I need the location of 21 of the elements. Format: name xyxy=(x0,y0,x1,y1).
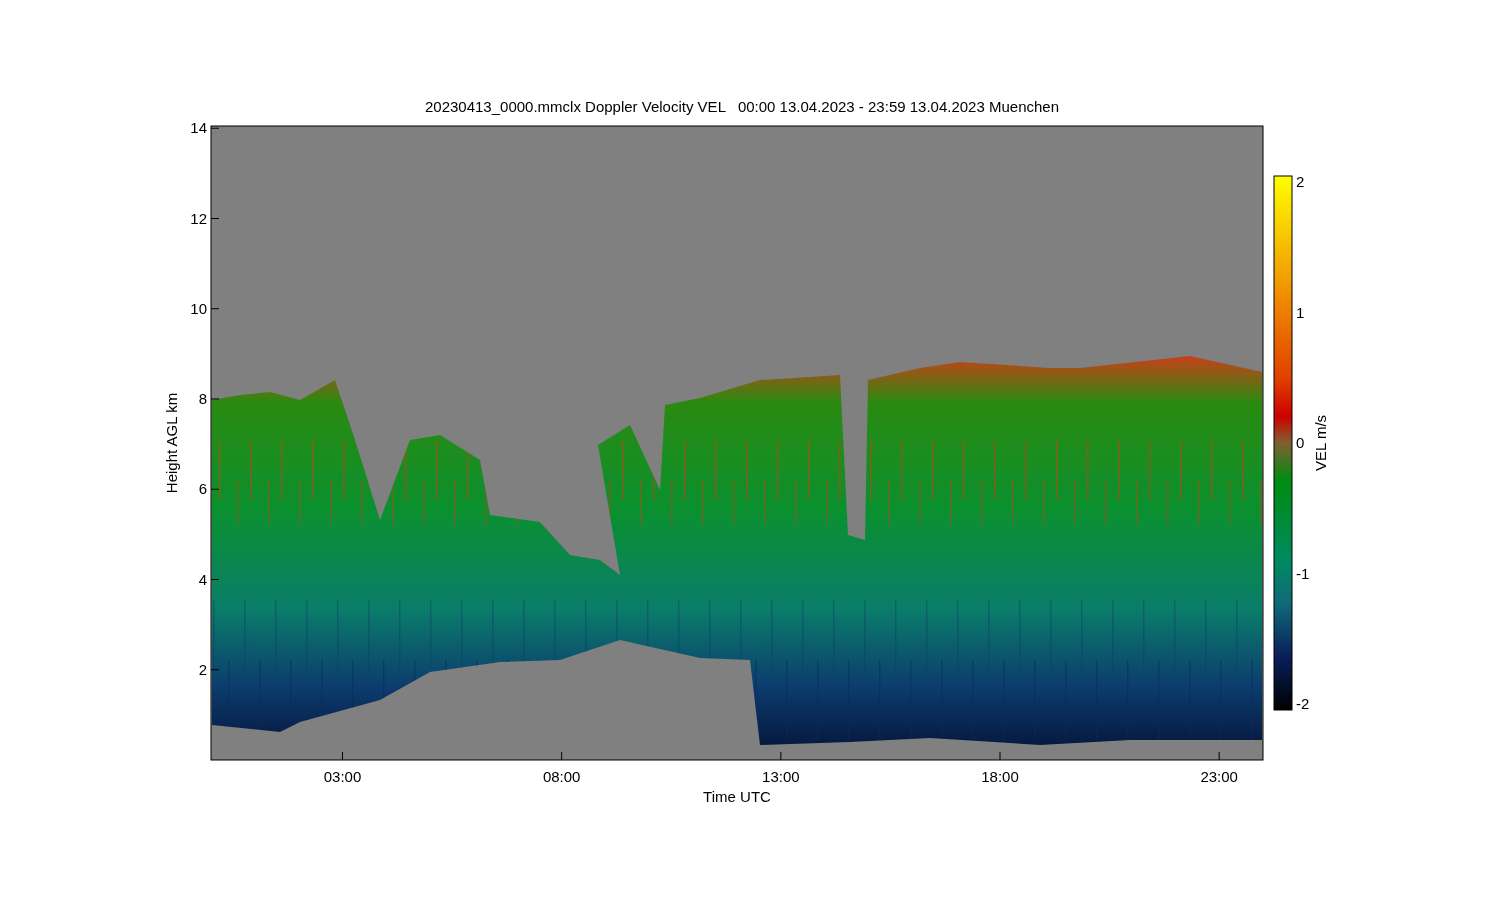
y-tick-label: 2 xyxy=(198,660,207,678)
x-tick-label: 03:00 xyxy=(323,768,362,785)
colorbar-tick-label: 1 xyxy=(1296,303,1305,321)
y-tick-label: 4 xyxy=(198,570,207,588)
colorbar-tick-label: 2 xyxy=(1296,173,1305,190)
colorbar-tick-label: -1 xyxy=(1296,564,1310,582)
y-axis-title: Height AGL km xyxy=(163,392,180,494)
x-tick-label: 13:00 xyxy=(762,768,800,785)
y-tick-label: 8 xyxy=(198,390,207,407)
colorbar-tick-label: -2 xyxy=(1296,695,1310,712)
x-tick-label: 08:00 xyxy=(542,768,581,785)
colorbar-title: VEL m/s xyxy=(1312,414,1329,472)
y-tick-label: 10 xyxy=(190,299,207,317)
x-axis-title: Time UTC xyxy=(703,788,771,805)
y-tick-label: 14 xyxy=(190,119,207,137)
x-tick-label: 23:00 xyxy=(1200,768,1238,785)
y-tick-label: 12 xyxy=(190,209,207,227)
x-tick-label: 18:00 xyxy=(981,768,1019,785)
colorbar-tick-label: 0 xyxy=(1296,434,1305,451)
y-tick-label: 6 xyxy=(198,480,207,498)
chart-title: 20230413_0000.mmclx Doppler Velocity VEL 00:00 13.04.2023 - 23:59 13.04.2023 Muenchen xyxy=(424,98,1060,115)
